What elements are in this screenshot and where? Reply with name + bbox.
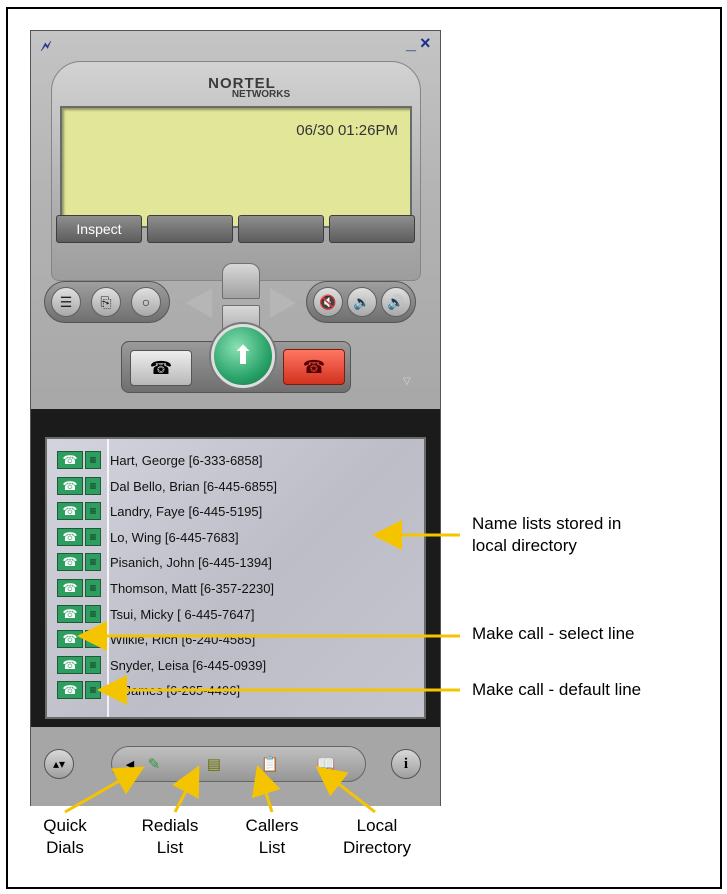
volume-down-button[interactable]: 🔉	[347, 287, 377, 317]
bottom-toolbar-area: ▴▾ ◀ ✎ ▤ 📋 📖 i	[31, 727, 440, 806]
directory-row[interactable]: ☎ ≡ Dal Bello, Brian [6-445-6855]	[57, 475, 417, 498]
callers-list-button[interactable]: 📋	[258, 753, 282, 777]
directory-entry-name[interactable]: u, James [6-265-4496]	[110, 683, 240, 698]
brand-logo: NORTEL NETWORKS	[172, 75, 312, 100]
feature-button-group: ☰ ⎘ ○	[44, 281, 170, 323]
minimize-button[interactable]: _	[406, 33, 416, 54]
close-button[interactable]: ×	[420, 33, 431, 54]
mute-button[interactable]: 🔇	[313, 287, 343, 317]
caption-callers-list: Callers List	[245, 816, 299, 857]
scroll-updown-button[interactable]: ▴▾	[44, 749, 74, 779]
directory-list: ☎ ≡ Hart, George [6-333-6858] ☎ ≡ Dal Bello, …	[45, 437, 426, 719]
directory-entry-name[interactable]: Landry, Faye [6-445-5195]	[110, 504, 262, 519]
services-button[interactable]: ○	[131, 287, 161, 317]
nav-right-button[interactable]	[270, 288, 296, 318]
bolt-logo-icon: 🗲	[41, 38, 51, 55]
directory-entry-name[interactable]: Tsui, Micky [ 6-445-7647]	[110, 607, 255, 622]
directory-row[interactable]: ☎ ≡ Pisanich, John [6-445-1394]	[57, 551, 417, 574]
select-line-icon[interactable]: ≡	[85, 681, 101, 700]
caption-local-directory: Local Directory	[342, 816, 411, 857]
directory-row[interactable]: ☎ ≡ Snyder, Leisa [6-445-0939]	[57, 654, 417, 677]
make-call-icon[interactable]: ☎	[57, 630, 83, 649]
copy-button[interactable]: ⎘	[91, 287, 121, 317]
quick-dials-button[interactable]: ✎	[142, 753, 166, 777]
info-button[interactable]: i	[391, 749, 421, 779]
directory-entry-name[interactable]: Dal Bello, Brian [6-445-6855]	[110, 479, 277, 494]
phone-body: 🗲 _ × NORTEL NETWORKS 06/30 01:26PM Insp…	[31, 31, 440, 436]
make-call-icon[interactable]: ☎	[57, 476, 83, 495]
release-button[interactable]: ☎	[283, 349, 345, 385]
directory-entry-name[interactable]: Pisanich, John [6-445-1394]	[110, 555, 272, 570]
directory-row[interactable]: ☎ ≡ u, James [6-265-4496]	[57, 679, 417, 702]
softkey-inspect[interactable]: Inspect	[56, 215, 142, 243]
directory-entry-name[interactable]: Thomson, Matt [6-357-2230]	[110, 581, 274, 596]
make-call-icon[interactable]: ☎	[57, 451, 83, 469]
select-line-icon[interactable]: ≡	[85, 553, 101, 572]
directory-entry-name[interactable]: Wilkie, Rich [6-240-4585]	[110, 632, 255, 647]
make-call-icon[interactable]: ☎	[57, 655, 83, 674]
nav-left-button[interactable]	[186, 288, 212, 318]
make-call-icon[interactable]: ☎	[57, 553, 83, 572]
select-line-icon[interactable]: ≡	[85, 451, 101, 469]
hold-button[interactable]: ☎	[130, 350, 192, 386]
directory-row[interactable]: ☎ ≡ Hart, George [6-333-6858]	[57, 449, 417, 472]
caption-redials-list: Redials List	[141, 816, 199, 857]
directory-row[interactable]: ☎ ≡ Landry, Faye [6-445-5195]	[57, 500, 417, 523]
make-call-icon[interactable]: ☎	[57, 579, 83, 597]
directory-entry-name[interactable]: Hart, George [6-333-6858]	[110, 453, 262, 468]
make-call-icon[interactable]: ☎	[57, 604, 83, 623]
directory-entry-name[interactable]: Snyder, Leisa [6-445-0939]	[110, 658, 266, 673]
make-call-icon[interactable]: ☎	[57, 681, 83, 700]
expand-icon[interactable]: ▽	[403, 376, 411, 387]
display-housing: NORTEL NETWORKS 06/30 01:26PM	[51, 61, 421, 281]
redials-list-button[interactable]: ▤	[202, 753, 226, 777]
make-call-icon[interactable]: ☎	[57, 527, 83, 546]
lcd-datetime: 06/30 01:26PM	[296, 122, 398, 139]
directory-row[interactable]: ☎ ≡ Wilkie, Rich [6-240-4585]	[57, 628, 417, 651]
toolbar-left-arrow-icon[interactable]: ◀	[118, 753, 142, 777]
caption-quick-dials: Quick Dials	[43, 816, 87, 857]
select-line-icon[interactable]: ≡	[85, 502, 101, 521]
local-directory-button[interactable]: 📖	[314, 753, 338, 777]
directory-row[interactable]: ☎ ≡ Lo, Wing [6-445-7683]	[57, 526, 417, 549]
select-line-icon[interactable]: ≡	[85, 630, 101, 649]
answer-button[interactable]: ⬆	[211, 324, 275, 388]
audio-button-group: 🔇 🔉 🔊	[306, 281, 416, 323]
annotation-name-lists: Name lists stored in local directory	[472, 514, 622, 555]
softkey-3[interactable]	[238, 215, 324, 243]
list-toolbar: ◀ ✎ ▤ 📋 📖	[111, 746, 366, 782]
nav-up-button[interactable]	[222, 263, 260, 299]
select-line-icon[interactable]: ≡	[85, 604, 101, 623]
directory-entry-name[interactable]: Lo, Wing [6-445-7683]	[110, 530, 239, 545]
annotation-make-call-select: Make call - select line	[472, 624, 635, 643]
directory-row[interactable]: ☎ ≡ Thomson, Matt [6-357-2230]	[57, 577, 417, 600]
softkey-2[interactable]	[147, 215, 233, 243]
softphone-window: 🗲 _ × NORTEL NETWORKS 06/30 01:26PM Insp…	[30, 30, 441, 806]
select-line-icon[interactable]: ≡	[85, 476, 101, 495]
softkey-4[interactable]	[329, 215, 415, 243]
annotation-make-call-default: Make call - default line	[472, 680, 642, 699]
lcd-display: 06/30 01:26PM	[60, 106, 412, 228]
menu-button[interactable]: ☰	[51, 287, 81, 317]
volume-up-button[interactable]: 🔊	[381, 287, 411, 317]
directory-section: ☎ ≡ Hart, George [6-333-6858] ☎ ≡ Dal Bello, …	[31, 409, 440, 806]
directory-row[interactable]: ☎ ≡ Tsui, Micky [ 6-445-7647]	[57, 603, 417, 626]
select-line-icon[interactable]: ≡	[85, 579, 101, 597]
select-line-icon[interactable]: ≡	[85, 527, 101, 546]
make-call-icon[interactable]: ☎	[57, 502, 83, 521]
select-line-icon[interactable]: ≡	[85, 655, 101, 674]
